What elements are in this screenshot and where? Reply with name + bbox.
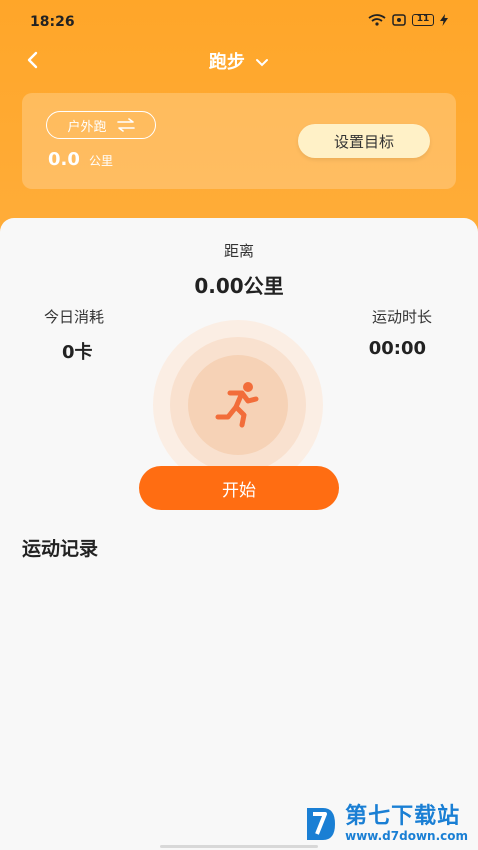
runner-circle-inner (188, 355, 288, 455)
status-icons: 11 (368, 14, 448, 26)
duration-value: 00:00 (368, 338, 426, 359)
d7-logo-icon (307, 808, 336, 840)
goal-value: 0.0 公里 (48, 149, 113, 170)
duration-label: 运动时长 (371, 308, 432, 326)
distance-label: 距离 (223, 242, 254, 260)
calories-label: 今日消耗 (44, 308, 105, 326)
watermark-url: www.d7down.com (345, 829, 468, 843)
main-panel: 距离 0.00公里 今日消耗 0卡 运动时长 00:00 开始 运动记录 (0, 218, 478, 850)
distance-value: 0.00公里 (194, 274, 284, 298)
run-goal-card: 户外跑 0.0 公里 设置目标 (22, 93, 456, 189)
records-title: 运动记录 (22, 538, 99, 560)
page-title: 跑步 (208, 52, 245, 73)
watermark-text: 第七下载站 www.d7down.com (345, 804, 468, 844)
home-indicator (160, 845, 318, 848)
start-button[interactable]: 开始 (139, 466, 339, 510)
charging-icon (440, 14, 448, 26)
nav-title-dropdown[interactable]: 跑步 (0, 48, 478, 74)
run-mode-label: 户外跑 (67, 119, 107, 135)
watermark: 第七下载站 www.d7down.com (303, 804, 468, 844)
runner-circle (153, 320, 323, 490)
goal-unit: 公里 (88, 154, 113, 168)
chevron-down-icon (256, 59, 269, 67)
swap-icon (116, 118, 135, 132)
runner-circle-mid (170, 337, 306, 473)
calories-value: 0卡 (62, 342, 93, 363)
run-mode-toggle[interactable]: 户外跑 (46, 111, 156, 139)
screen-record-icon (392, 14, 406, 26)
goal-number: 0.0 (48, 149, 80, 170)
status-bar: 18:26 11 (0, 0, 478, 44)
nav-bar: 跑步 (0, 44, 478, 76)
wifi-icon (368, 14, 386, 26)
battery-icon: 11 (412, 14, 434, 26)
status-time: 18:26 (30, 14, 75, 30)
set-goal-button[interactable]: 设置目标 (298, 124, 430, 158)
watermark-title: 第七下载站 (345, 804, 461, 829)
runner-icon (215, 382, 259, 428)
